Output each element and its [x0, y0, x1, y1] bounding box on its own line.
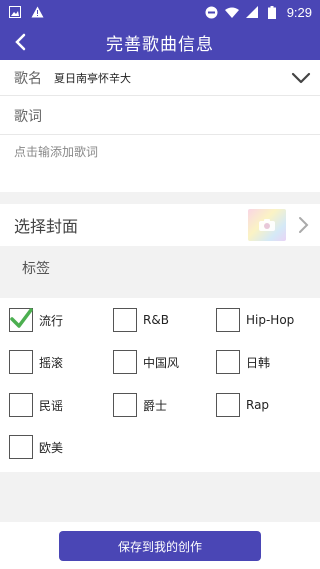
tag-rock-checkbox[interactable]	[9, 350, 33, 374]
tag-chinese-style-checkbox[interactable]	[113, 350, 137, 374]
tag-hiphop-checkbox[interactable]	[216, 308, 240, 332]
tag-jpkr-checkbox[interactable]	[216, 350, 240, 374]
tag-chinese-style[interactable]: 中国风	[113, 350, 179, 374]
tag-label: R&B	[143, 313, 169, 327]
tag-jazz-checkbox[interactable]	[113, 393, 137, 417]
tag-jpkr[interactable]: 日韩	[216, 350, 270, 374]
image-icon	[8, 5, 22, 19]
cover-thumbnail[interactable]	[248, 209, 286, 241]
tag-folk-checkbox[interactable]	[9, 393, 33, 417]
tag-label: Hip-Hop	[246, 313, 295, 327]
tag-label: 流行	[39, 313, 64, 328]
status-time: 9:29	[286, 4, 312, 20]
tag-rap-checkbox[interactable]	[216, 393, 240, 417]
tag-pop[interactable]: 流行	[9, 308, 63, 332]
signal-icon	[245, 5, 259, 19]
tag-label: 欧美	[39, 440, 64, 455]
tags-grid: 流行 R&B Hip-Hop 摇滚 中国风 日韩 民谣 爵士 Rap 欧美	[0, 298, 320, 472]
app-bar: 完善歌曲信息	[0, 24, 320, 60]
status-bar: 9:29	[0, 0, 320, 24]
song-name-label: 歌名	[14, 70, 42, 87]
checkmark-icon	[10, 308, 33, 328]
tags-label: 标签	[22, 261, 50, 277]
lyrics-section[interactable]: 歌词 点击输添加歌词	[0, 96, 320, 192]
tag-western[interactable]: 欧美	[9, 435, 63, 459]
warning-icon	[30, 5, 44, 19]
tag-label: 中国风	[143, 355, 180, 370]
song-name-value: 夏日南亭怀辛大	[54, 71, 131, 85]
tag-rap[interactable]: Rap	[216, 393, 269, 417]
tag-rnb[interactable]: R&B	[113, 308, 169, 332]
page-title: 完善歌曲信息	[106, 34, 214, 55]
lyrics-label: 歌词	[14, 109, 42, 125]
tag-western-checkbox[interactable]	[9, 435, 33, 459]
tag-rock[interactable]: 摇滚	[9, 350, 63, 374]
cover-row[interactable]: 选择封面	[0, 204, 320, 246]
tag-label: 日韩	[246, 355, 271, 370]
tag-folk[interactable]: 民谣	[9, 393, 63, 417]
chevron-right-icon	[296, 216, 310, 234]
chevron-down-icon[interactable]	[290, 68, 312, 88]
tag-label: 民谣	[39, 398, 64, 413]
tag-hiphop[interactable]: Hip-Hop	[216, 308, 294, 332]
tag-jazz[interactable]: 爵士	[113, 393, 167, 417]
back-arrow-icon[interactable]	[8, 30, 32, 54]
wifi-icon	[224, 5, 239, 19]
stop-icon	[205, 5, 219, 19]
tag-rnb-checkbox[interactable]	[113, 308, 137, 332]
footer: 保存到我的创作	[0, 522, 320, 569]
tag-pop-checkbox[interactable]	[9, 308, 33, 332]
tag-label: 摇滚	[39, 355, 64, 370]
song-name-row[interactable]: 歌名 夏日南亭怀辛大	[0, 60, 320, 96]
divider	[0, 134, 320, 135]
tags-header: 标签	[0, 246, 320, 288]
tag-label: Rap	[246, 398, 270, 412]
tag-label: 爵士	[143, 398, 168, 413]
cover-label: 选择封面	[14, 217, 79, 236]
camera-icon	[259, 219, 275, 231]
battery-icon	[265, 5, 279, 19]
lyrics-input[interactable]: 点击输添加歌词	[14, 145, 98, 159]
save-button[interactable]: 保存到我的创作	[59, 531, 261, 561]
